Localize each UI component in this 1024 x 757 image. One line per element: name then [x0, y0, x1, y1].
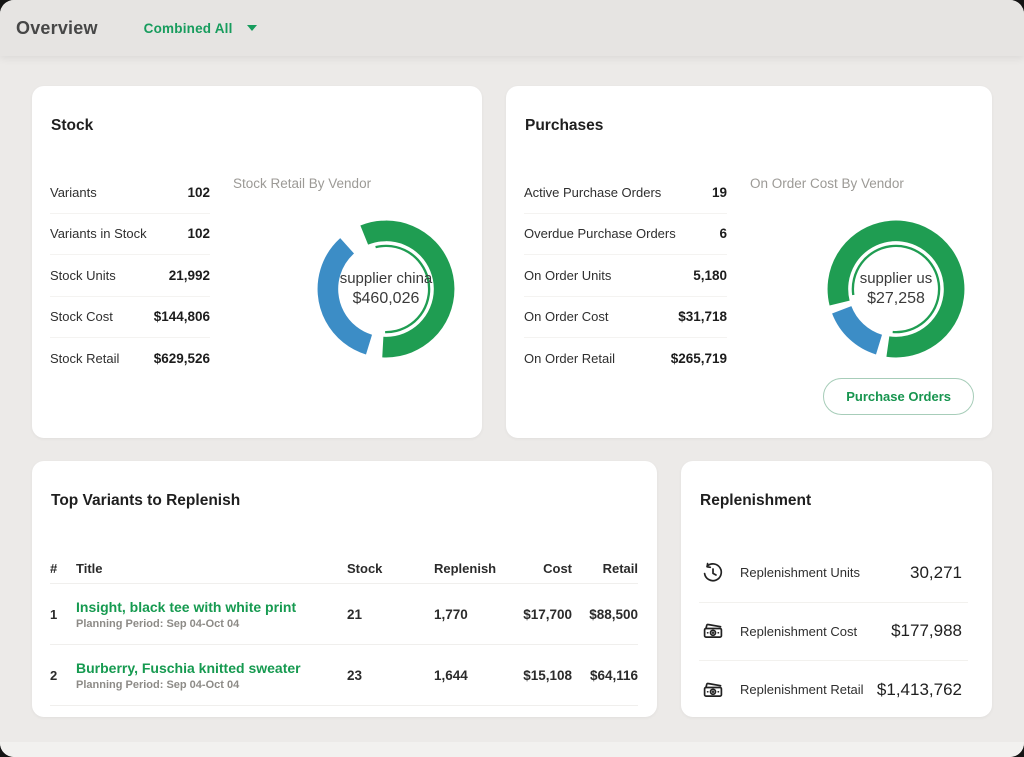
- cash-icon: [701, 678, 725, 702]
- stock-cell: 23: [347, 668, 434, 683]
- table-row: 1 Insight, black tee with white print Pl…: [50, 584, 638, 645]
- stat-label: Variants: [50, 185, 97, 200]
- column-header-cost: Cost: [504, 561, 572, 576]
- stat-row-variants-in-stock: Variants in Stock 102: [50, 214, 210, 256]
- stat-row-overdue-purchase-orders: Overdue Purchase Orders 6: [524, 214, 727, 256]
- variant-cell: Insight, black tee with white print Plan…: [76, 599, 347, 630]
- stat-row-stock-units: Stock Units 21,992: [50, 255, 210, 297]
- variant-title-link[interactable]: Insight, black tee with white print: [76, 599, 347, 615]
- cost-cell: $17,700: [504, 607, 572, 622]
- replenish-cell: 1,770: [434, 607, 504, 622]
- column-header-retail: Retail: [572, 561, 638, 576]
- stat-value: $629,526: [154, 351, 210, 366]
- purchases-card-title: Purchases: [525, 117, 603, 135]
- purchases-stats: Active Purchase Orders 19 Overdue Purcha…: [524, 172, 727, 379]
- stat-label: Stock Units: [50, 268, 116, 283]
- stat-value: 6: [719, 226, 727, 241]
- store-filter-dropdown[interactable]: Combined All: [138, 17, 263, 40]
- top-bar: Overview Combined All: [0, 0, 1024, 56]
- window-bottom-edge: [0, 742, 1024, 757]
- column-header-num: #: [50, 561, 76, 576]
- planning-period-label: Planning Period: Sep 04-Oct 04: [76, 679, 347, 691]
- stock-cell: 21: [347, 607, 434, 622]
- purchases-vendor-donut-chart[interactable]: supplier us $27,258: [821, 214, 971, 364]
- stat-row-on-order-units: On Order Units 5,180: [524, 255, 727, 297]
- donut-segment-green[interactable]: [826, 219, 967, 360]
- variant-cell: Burberry, Fuschia knitted sweater Planni…: [76, 660, 347, 691]
- replenishment-stat-label: Replenishment Cost: [740, 624, 891, 639]
- column-header-title: Title: [76, 561, 347, 576]
- stat-row-active-purchase-orders: Active Purchase Orders 19: [524, 172, 727, 214]
- stock-vendor-donut-chart[interactable]: supplier china $460,026: [311, 214, 461, 364]
- replenishment-stats: Replenishment Units 30,271 Replenishmen: [699, 544, 968, 719]
- cash-icon: [701, 619, 725, 643]
- stat-label: Variants in Stock: [50, 226, 147, 241]
- retail-cell: $64,116: [572, 668, 638, 683]
- replenishment-stat-label: Replenishment Retail: [740, 682, 877, 697]
- replenishment-stat-value: $177,988: [891, 621, 962, 641]
- top-variants-table: # Title Stock Replenish Cost Retail 1 In…: [50, 553, 638, 706]
- stat-row-on-order-retail: On Order Retail $265,719: [524, 338, 727, 379]
- stat-value: 19: [712, 185, 727, 200]
- stat-value: 102: [187, 185, 210, 200]
- stat-value: $31,718: [678, 309, 727, 324]
- stat-row-on-order-cost: On Order Cost $31,718: [524, 297, 727, 339]
- stock-stats: Variants 102 Variants in Stock 102 Stock…: [50, 172, 210, 379]
- dashboard-screen: Overview Combined All Stock Variants 102…: [0, 0, 1024, 757]
- replenishment-stat-label: Replenishment Units: [740, 565, 910, 580]
- top-variants-card-title: Top Variants to Replenish: [51, 492, 240, 510]
- stat-row-stock-cost: Stock Cost $144,806: [50, 297, 210, 339]
- stat-label: Active Purchase Orders: [524, 185, 661, 200]
- replenishment-cost-row: Replenishment Cost $177,988: [699, 603, 968, 662]
- stat-row-variants: Variants 102: [50, 172, 210, 214]
- stat-label: On Order Retail: [524, 351, 615, 366]
- column-header-replenish: Replenish: [434, 561, 504, 576]
- stat-value: 21,992: [169, 268, 210, 283]
- column-header-stock: Stock: [347, 561, 434, 576]
- cost-cell: $15,108: [504, 668, 572, 683]
- purchases-card: Purchases Active Purchase Orders 19 Over…: [506, 86, 992, 438]
- replenishment-units-row: Replenishment Units 30,271: [699, 544, 968, 603]
- stock-card-title: Stock: [51, 117, 93, 135]
- history-icon: [701, 561, 725, 585]
- retail-cell: $88,500: [572, 607, 638, 622]
- stock-card: Stock Variants 102 Variants in Stock 102…: [32, 86, 482, 438]
- stat-value: $265,719: [671, 351, 727, 366]
- replenishment-stat-value: 30,271: [910, 563, 962, 583]
- top-variants-card: Top Variants to Replenish # Title Stock …: [32, 461, 657, 717]
- replenishment-stat-value: $1,413,762: [877, 680, 962, 700]
- stat-label: Overdue Purchase Orders: [524, 226, 676, 241]
- replenish-cell: 1,644: [434, 668, 504, 683]
- on-order-cost-by-vendor-label: On Order Cost By Vendor: [750, 176, 904, 191]
- planning-period-label: Planning Period: Sep 04-Oct 04: [76, 618, 347, 630]
- stat-value: 5,180: [693, 268, 727, 283]
- table-header-row: # Title Stock Replenish Cost Retail: [50, 553, 638, 584]
- stat-value: $144,806: [154, 309, 210, 324]
- table-row: 2 Burberry, Fuschia knitted sweater Plan…: [50, 645, 638, 706]
- stat-label: Stock Cost: [50, 309, 113, 324]
- row-number: 1: [50, 607, 76, 622]
- replenishment-card-title: Replenishment: [700, 492, 811, 510]
- replenishment-card: Replenishment Replenishment Units 30,271: [681, 461, 992, 717]
- chevron-down-icon: [247, 25, 257, 31]
- stat-row-stock-retail: Stock Retail $629,526: [50, 338, 210, 379]
- stat-value: 102: [187, 226, 210, 241]
- stat-label: On Order Cost: [524, 309, 609, 324]
- store-filter-label: Combined All: [144, 21, 233, 36]
- replenishment-retail-row: Replenishment Retail $1,413,762: [699, 661, 968, 719]
- variant-title-link[interactable]: Burberry, Fuschia knitted sweater: [76, 660, 347, 676]
- stock-retail-by-vendor-label: Stock Retail By Vendor: [233, 176, 371, 191]
- donut-svg: [821, 214, 971, 364]
- stat-label: On Order Units: [524, 268, 611, 283]
- page-title: Overview: [16, 18, 98, 39]
- donut-svg: [311, 214, 461, 364]
- row-number: 2: [50, 668, 76, 683]
- purchase-orders-button[interactable]: Purchase Orders: [823, 378, 974, 415]
- stat-label: Stock Retail: [50, 351, 119, 366]
